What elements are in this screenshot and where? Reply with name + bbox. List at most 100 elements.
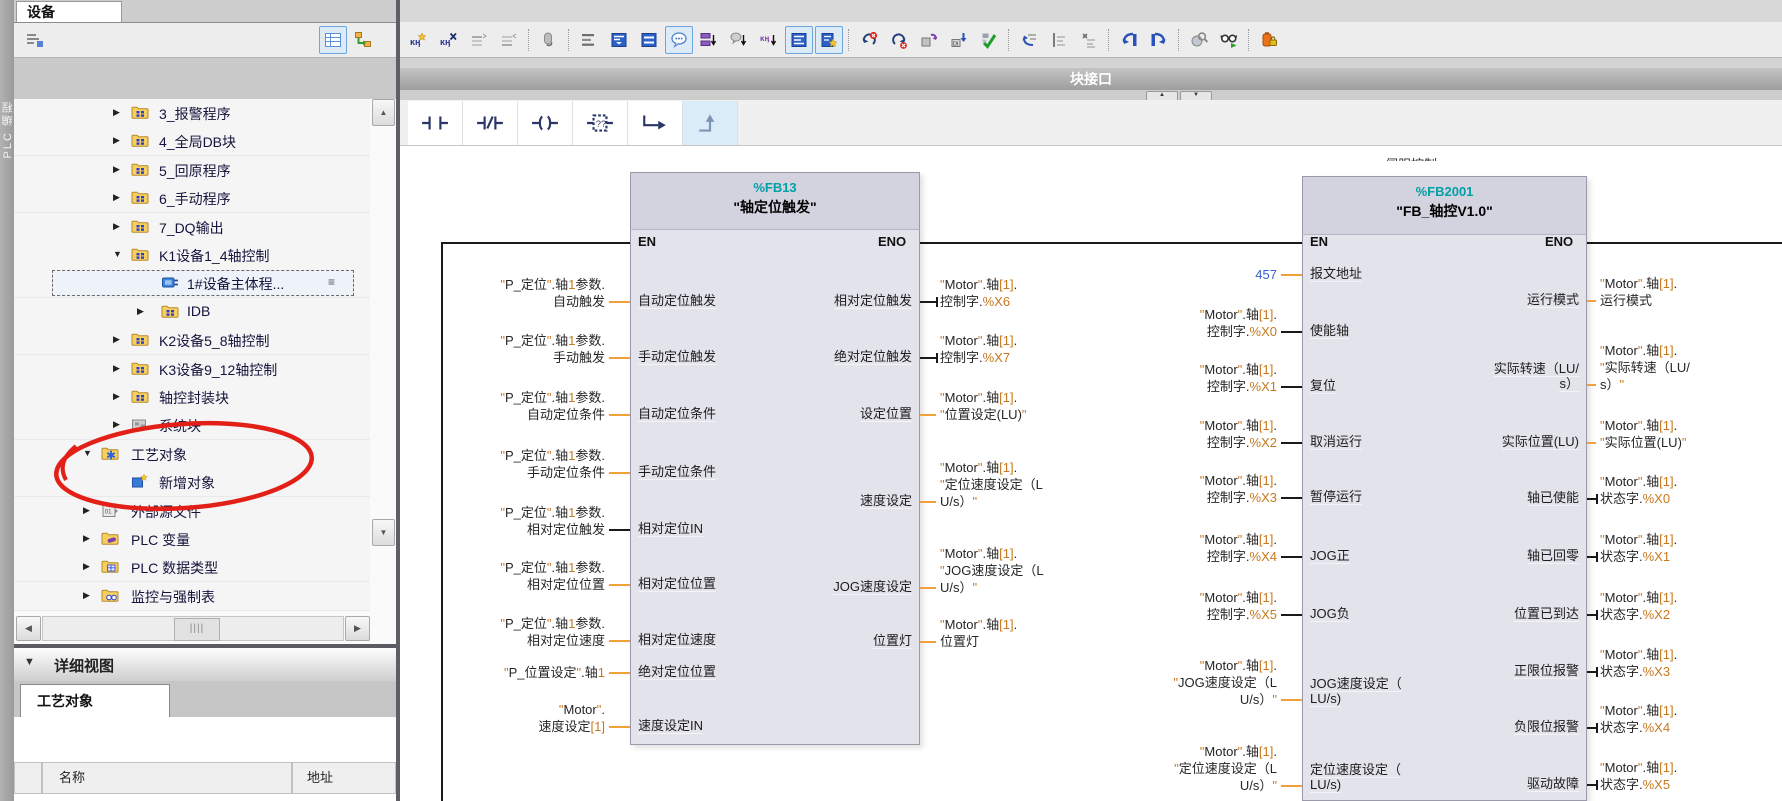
output-operand[interactable]: "Motor".轴[1]."实际位置(LU)"	[1600, 417, 1782, 451]
chevron-collapsed-icon[interactable]: ▶	[113, 192, 120, 203]
tree-scroll-down-button[interactable]: ▼	[372, 519, 395, 546]
tree-item[interactable]: ▶3_报警程序	[14, 99, 370, 128]
previous-error-icon[interactable]	[855, 26, 883, 54]
output-operand[interactable]: "Motor".轴[1].状态字.%X4	[1600, 702, 1782, 736]
go-forward-icon[interactable]	[1145, 26, 1173, 54]
absolute-operands-icon[interactable]	[535, 26, 563, 54]
open-branch-icon[interactable]	[628, 101, 683, 145]
tab-tech-objects[interactable]: 工艺对象	[20, 684, 170, 717]
chevron-collapsed-icon[interactable]: ▶	[113, 419, 120, 430]
input-operand[interactable]: "Motor".轴[1].控制字.%X4	[1073, 531, 1277, 565]
tree-item[interactable]: ▶轴控封装块	[14, 383, 370, 412]
call-structure-icon[interactable]	[1045, 26, 1073, 54]
left-nav-rail[interactable]: PLC 编程	[0, 0, 15, 801]
input-operand[interactable]: "P_定位".轴1参数.自动定位条件	[405, 389, 605, 423]
favorites-info-icon[interactable]: ĸӊ	[755, 26, 783, 54]
tree-scroll-up-button[interactable]: ▲	[372, 99, 395, 126]
network-comments-icon[interactable]	[665, 26, 693, 54]
tree-item[interactable]: ▶4_全局DB块	[14, 127, 370, 156]
tree-item[interactable]: ▶7_DQ输出	[14, 213, 370, 242]
next-error-icon[interactable]	[885, 26, 913, 54]
input-operand[interactable]: "Motor".轴[1]."JOG速度设定（LU/s）"	[1073, 657, 1277, 708]
chevron-collapsed-icon[interactable]: ▶	[113, 334, 120, 345]
output-operand[interactable]: "Motor".轴[1].运行模式	[1600, 275, 1782, 309]
tree-scroll-right-button[interactable]: ▶	[345, 616, 370, 641]
monitoring-icon[interactable]	[1215, 26, 1243, 54]
output-pin[interactable]: 速度设定	[747, 493, 912, 508]
chevron-collapsed-icon[interactable]: ▶	[137, 306, 144, 317]
tree-item[interactable]: ▶PLC 数据类型	[14, 553, 370, 582]
tree-item[interactable]: ▶监控与强制表	[14, 582, 370, 611]
tree-item[interactable]: ▶6_手动程序	[14, 184, 370, 213]
tree-hscrollbar-thumb[interactable]: ||||	[174, 618, 220, 641]
insert-network-icon[interactable]: ĸӊ	[405, 26, 433, 54]
input-operand[interactable]: "P_位置设定".轴1	[405, 664, 605, 681]
input-pin[interactable]: 使能轴	[1310, 323, 1475, 338]
input-pin[interactable]: 报文地址	[1310, 266, 1475, 281]
tree-item[interactable]: ▼K1设备1_4轴控制	[14, 241, 370, 270]
tree-item[interactable]: ▶系统块	[14, 411, 370, 440]
output-pin[interactable]: 轴已使能	[1414, 490, 1579, 505]
insert-empty-box-icon[interactable]	[465, 26, 493, 54]
fb-block-header[interactable]: %FB2001"FB_轴控V1.0"	[1302, 176, 1587, 235]
chevron-collapsed-icon[interactable]: ▶	[83, 561, 90, 572]
output-operand[interactable]: "Motor".轴[1]."实际转速（LU/s）"	[1600, 342, 1782, 393]
chevron-collapsed-icon[interactable]: ▶	[113, 363, 120, 374]
input-operand[interactable]: "P_定位".轴1参数.手动定位条件	[405, 447, 605, 481]
go-back-icon[interactable]	[1115, 26, 1143, 54]
output-operand[interactable]: "Motor".轴[1].状态字.%X2	[1600, 589, 1782, 623]
output-operand[interactable]: "Motor".轴[1].状态字.%X1	[1600, 531, 1782, 565]
tree-item[interactable]: 1#设备主体程...≡	[14, 269, 370, 298]
tree-item[interactable]: ▼✱工艺对象	[14, 440, 370, 469]
chevron-collapsed-icon[interactable]: ▶	[83, 590, 90, 601]
tree-scroll-left-button[interactable]: ◀	[16, 616, 41, 641]
open-all-networks-icon[interactable]	[605, 26, 633, 54]
input-operand[interactable]: "Motor".速度设定[1]	[405, 701, 605, 735]
nc-contact-icon[interactable]	[463, 101, 518, 145]
output-pin[interactable]: 绝对定位触发	[747, 349, 912, 364]
input-operand[interactable]: "Motor".轴[1].控制字.%X5	[1073, 589, 1277, 623]
favorites-display-icon[interactable]	[815, 26, 843, 54]
chevron-collapsed-icon[interactable]: ▶	[113, 164, 120, 175]
input-operand[interactable]: "Motor".轴[1].控制字.%X0	[1073, 306, 1277, 340]
consistency-check-icon[interactable]	[975, 26, 1003, 54]
details-col-name[interactable]: 名称	[42, 762, 292, 794]
no-contact-icon[interactable]	[408, 101, 463, 145]
find-replace-icon[interactable]	[1185, 26, 1213, 54]
output-operand[interactable]: "Motor".轴[1].状态字.%X0	[1600, 473, 1782, 507]
jump-back-icon[interactable]	[1015, 26, 1043, 54]
tree-item[interactable]: ▶01外部源文件	[14, 497, 370, 526]
output-pin[interactable]: 实际位置(LU)	[1414, 434, 1579, 449]
input-pin[interactable]: JOG速度设定（LU/s)	[1310, 676, 1475, 706]
input-pin[interactable]: 相对定位IN	[638, 521, 803, 536]
close-branch-icon[interactable]	[683, 101, 738, 145]
fb-block-header[interactable]: %FB13"轴定位触发"	[630, 172, 920, 230]
tree-item[interactable]: 新增对象	[14, 468, 370, 497]
input-operand[interactable]: "Motor".轴[1].控制字.%X2	[1073, 417, 1277, 451]
close-all-networks-icon[interactable]	[635, 26, 663, 54]
output-pin[interactable]: 位置灯	[747, 633, 912, 648]
output-pin[interactable]: 运行模式	[1414, 292, 1579, 307]
input-operand[interactable]: "Motor".轴[1]."定位速度设定（LU/s）"	[1073, 743, 1277, 794]
empty-box-icon[interactable]: ??	[573, 101, 628, 145]
output-pin[interactable]: 设定位置	[747, 406, 912, 421]
input-operand[interactable]: 457	[1073, 266, 1277, 283]
details-view-header[interactable]: ▼ 详细视图	[14, 648, 396, 682]
output-pin[interactable]: 相对定位触发	[747, 293, 912, 308]
output-pin[interactable]: 负限位报警	[1414, 719, 1579, 734]
output-pin[interactable]: 位置已到达	[1414, 606, 1579, 621]
chevron-collapsed-icon[interactable]: ▶	[83, 533, 90, 544]
input-operand[interactable]: "P_定位".轴1参数.相对定位速度	[405, 615, 605, 649]
chevron-expanded-icon[interactable]: ▼	[113, 249, 122, 259]
input-operand[interactable]: "P_定位".轴1参数.相对定位触发	[405, 504, 605, 538]
assignment-list-icon[interactable]	[1075, 26, 1103, 54]
input-operand[interactable]: "P_定位".轴1参数.手动触发	[405, 332, 605, 366]
chevron-collapsed-icon[interactable]: ▶	[83, 505, 90, 516]
output-pin[interactable]: 轴已回零	[1414, 548, 1579, 563]
download-icon[interactable]: DI	[945, 26, 973, 54]
input-operand[interactable]: "P_定位".轴1参数.自动触发	[405, 276, 605, 310]
delete-network-icon[interactable]: ĸӊ	[435, 26, 463, 54]
input-pin[interactable]: 速度设定IN	[638, 718, 803, 733]
details-col-address[interactable]: 地址	[292, 762, 396, 794]
input-operand[interactable]: "P_定位".轴1参数.相对定位位置	[405, 559, 605, 593]
